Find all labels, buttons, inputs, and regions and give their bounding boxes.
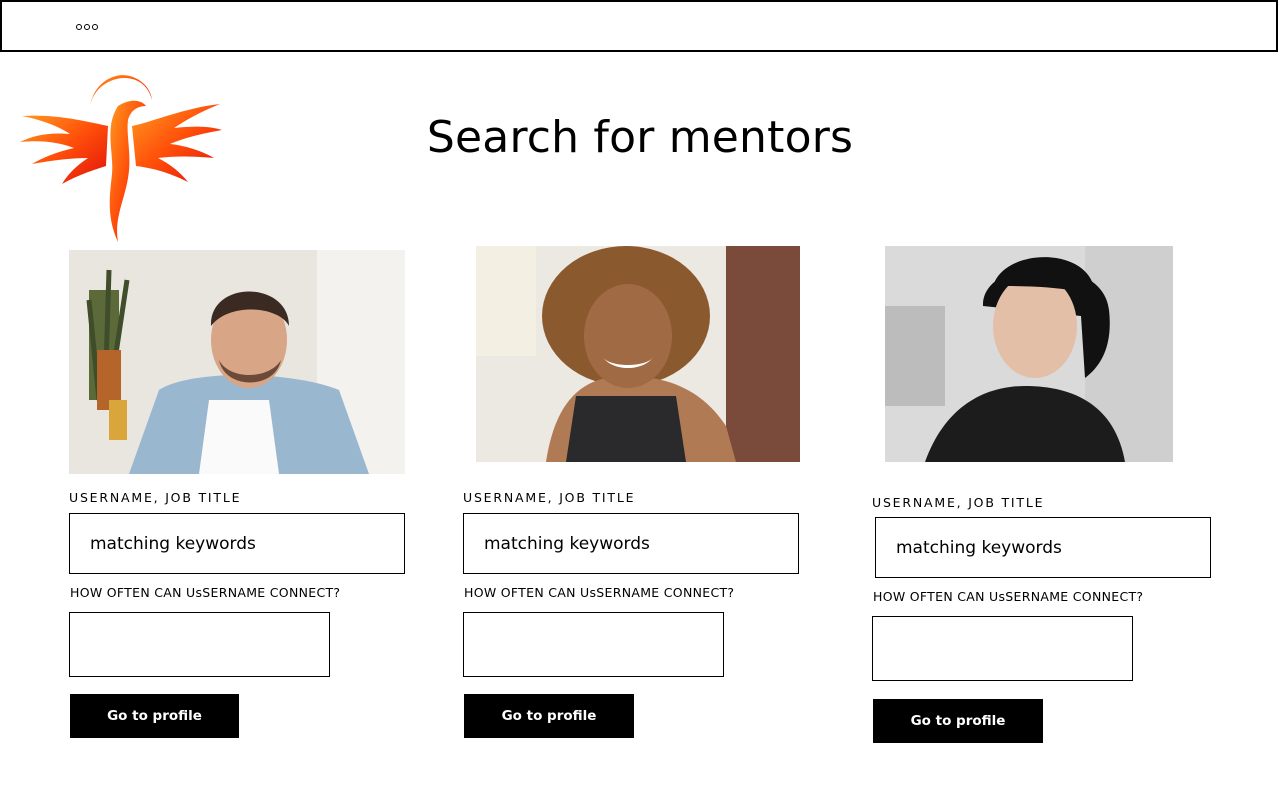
matching-keywords-text: matching keywords: [90, 533, 256, 554]
matching-keywords-text: matching keywords: [484, 533, 650, 554]
matching-keywords-field[interactable]: matching keywords: [69, 513, 405, 574]
window-controls[interactable]: [76, 24, 98, 30]
window-dot-icon[interactable]: [84, 24, 90, 30]
mentor-photo[interactable]: [476, 246, 800, 462]
go-to-profile-button[interactable]: Go to profile: [70, 694, 239, 738]
username-job-title-label: USERNAME, JOB TITLE: [69, 490, 242, 505]
connect-frequency-label: HOW OFTEN CAN UsSERNAME CONNECT?: [70, 585, 341, 600]
connect-frequency-field[interactable]: [69, 612, 330, 677]
username-job-title-label: USERNAME, JOB TITLE: [463, 490, 636, 505]
mentor-photo[interactable]: [885, 246, 1173, 462]
window-top-bar: [0, 0, 1278, 52]
matching-keywords-text: matching keywords: [896, 537, 1062, 558]
matching-keywords-field[interactable]: matching keywords: [463, 513, 799, 574]
connect-frequency-label: HOW OFTEN CAN UsSERNAME CONNECT?: [464, 585, 735, 600]
go-to-profile-button[interactable]: Go to profile: [464, 694, 634, 738]
mentor-photo[interactable]: [69, 250, 405, 474]
matching-keywords-field[interactable]: matching keywords: [875, 517, 1211, 578]
page-title: Search for mentors: [426, 112, 854, 163]
window-dot-icon[interactable]: [76, 24, 82, 30]
connect-frequency-field[interactable]: [872, 616, 1133, 681]
go-to-profile-button[interactable]: Go to profile: [873, 699, 1043, 743]
username-job-title-label: USERNAME, JOB TITLE: [872, 495, 1045, 510]
window-dot-icon[interactable]: [92, 24, 98, 30]
connect-frequency-label: HOW OFTEN CAN UsSERNAME CONNECT?: [873, 589, 1144, 604]
connect-frequency-field[interactable]: [463, 612, 724, 677]
